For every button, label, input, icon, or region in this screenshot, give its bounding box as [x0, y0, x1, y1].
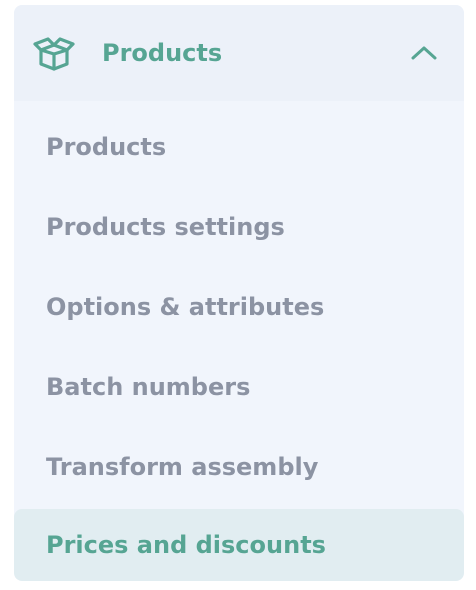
submenu-item-products[interactable]: Products: [14, 111, 464, 183]
submenu-item-transform-assembly[interactable]: Transform assembly: [14, 431, 464, 503]
products-group-header[interactable]: Products: [14, 5, 464, 101]
submenu-item-prices-discounts[interactable]: Prices and discounts: [14, 509, 464, 581]
submenu-item-options-attributes[interactable]: Options & attributes: [14, 271, 464, 343]
products-group-label: Products: [102, 39, 223, 67]
products-nav-group: Products Products Products settings Opti…: [14, 5, 464, 581]
submenu-item-label: Products settings: [46, 213, 285, 241]
submenu-item-label: Options & attributes: [46, 293, 325, 321]
submenu-item-label: Batch numbers: [46, 373, 251, 401]
submenu-item-label: Products: [46, 133, 167, 161]
submenu-item-label: Transform assembly: [46, 453, 319, 481]
package-box-icon: [32, 35, 76, 71]
submenu-item-batch-numbers[interactable]: Batch numbers: [14, 351, 464, 423]
submenu-item-products-settings[interactable]: Products settings: [14, 191, 464, 263]
chevron-up-icon[interactable]: [410, 43, 438, 63]
submenu-item-label: Prices and discounts: [46, 531, 326, 559]
